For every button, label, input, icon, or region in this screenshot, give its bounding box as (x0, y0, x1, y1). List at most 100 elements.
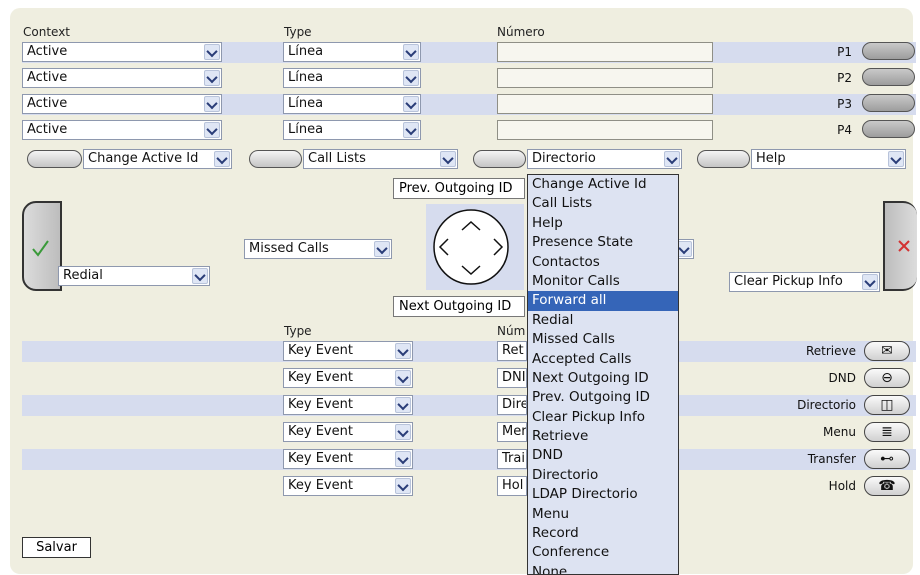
dropdown-option[interactable]: Presence State (528, 233, 678, 252)
key-number-3[interactable]: Dire (497, 395, 527, 415)
key-number-6[interactable]: Hol (497, 476, 527, 496)
header-numero: Número (497, 25, 545, 39)
nav-pad-icon[interactable] (426, 204, 524, 290)
dropdown-option[interactable]: Redial (528, 311, 678, 330)
call-button[interactable] (22, 201, 62, 291)
dropdown-option[interactable]: Directorio (528, 466, 678, 485)
transfer-icon[interactable]: ⊷ (864, 449, 910, 469)
dropdown-option[interactable]: Monitor Calls (528, 272, 678, 291)
key-number-5[interactable]: Trai (497, 449, 527, 469)
dropdown-option-highlighted[interactable]: Forward all (528, 291, 678, 311)
key-label-2: DND (828, 371, 856, 385)
book-icon[interactable]: ◫ (864, 395, 910, 415)
dropdown-option[interactable]: Menu (528, 505, 678, 524)
end-call-select[interactable]: Clear Pickup Info (729, 272, 880, 292)
chevron-down-icon (374, 241, 390, 257)
chevron-down-icon (204, 70, 220, 86)
context-select-2[interactable]: Active (22, 68, 222, 88)
dropdown-option[interactable]: Change Active Id (528, 175, 678, 194)
save-button[interactable]: Salvar (22, 537, 91, 558)
dnd-icon[interactable]: ⊖ (864, 368, 910, 388)
context-select-3[interactable]: Active (22, 94, 222, 114)
chevron-down-icon (395, 424, 411, 440)
chevron-down-icon (214, 151, 230, 167)
end-call-button[interactable] (883, 201, 917, 291)
softkey-button-1[interactable] (27, 150, 82, 168)
number-input-1[interactable] (497, 42, 713, 62)
chevron-down-icon (204, 96, 220, 112)
chevron-down-icon (192, 268, 208, 284)
nav-left-select[interactable]: Missed Calls (244, 239, 392, 259)
type-select-3[interactable]: Línea (283, 94, 421, 114)
dropdown-option[interactable]: Record (528, 524, 678, 543)
softkey-select-4[interactable]: Help (751, 149, 906, 169)
softkey-dropdown-list[interactable]: Change Active Id Call Lists Help Presenc… (527, 174, 679, 575)
context-select-4[interactable]: Active (22, 120, 222, 140)
key-label-3: Directorio (797, 398, 856, 412)
type-select-2[interactable]: Línea (283, 68, 421, 88)
chevron-down-icon (403, 96, 419, 112)
line-button-2[interactable] (862, 68, 915, 86)
chevron-down-icon (395, 451, 411, 467)
number-input-4[interactable] (497, 120, 713, 140)
key-type-select-3[interactable]: Key Event (283, 395, 413, 415)
chevron-down-icon (395, 397, 411, 413)
dropdown-option[interactable]: Call Lists (528, 194, 678, 213)
key-number-2[interactable]: DNI (497, 368, 527, 388)
number-input-3[interactable] (497, 94, 713, 114)
dropdown-option[interactable]: Conference (528, 543, 678, 562)
next-outgoing-select[interactable]: Next Outgoing ID (393, 296, 525, 317)
key-number-1[interactable]: Ret (497, 341, 527, 361)
dropdown-option[interactable]: None (528, 563, 678, 574)
envelope-icon[interactable]: ✉ (864, 341, 910, 361)
call-button-select[interactable]: Redial (58, 266, 210, 286)
key-type-select-5[interactable]: Key Event (283, 449, 413, 469)
chevron-down-icon (403, 122, 419, 138)
key-type-select-4[interactable]: Key Event (283, 422, 413, 442)
x-icon (898, 240, 910, 252)
header-type: Type (284, 25, 312, 39)
dropdown-option[interactable]: LDAP Directorio (528, 485, 678, 504)
key-label-4: Menu (823, 425, 856, 439)
type-select-4[interactable]: Línea (283, 120, 421, 140)
menu-icon[interactable]: ≣ (864, 422, 910, 442)
chevron-down-icon (440, 151, 456, 167)
key-type-select-2[interactable]: Key Event (283, 368, 413, 388)
dropdown-option[interactable]: Retrieve (528, 427, 678, 446)
key-type-select-6[interactable]: Key Event (283, 476, 413, 496)
softkey-button-2[interactable] (249, 150, 302, 168)
chevron-down-icon (664, 151, 680, 167)
type-select-1[interactable]: Línea (283, 42, 421, 62)
chevron-down-icon (862, 274, 878, 290)
dropdown-option[interactable]: DND (528, 446, 678, 465)
number-input-2[interactable] (497, 68, 713, 88)
key-label-6: Hold (828, 479, 856, 493)
key-label-1: Retrieve (805, 344, 856, 358)
softkey-select-1[interactable]: Change Active Id (83, 149, 232, 169)
dropdown-option[interactable]: Help (528, 214, 678, 233)
dropdown-option[interactable]: Clear Pickup Info (528, 408, 678, 427)
key-number-4[interactable]: Mer (497, 422, 527, 442)
header-context: Context (23, 25, 71, 39)
check-icon (32, 240, 49, 257)
softkey-select-3[interactable]: Directorio (527, 149, 682, 169)
dropdown-option[interactable]: Prev. Outgoing ID (528, 388, 678, 407)
dropdown-option[interactable]: Missed Calls (528, 330, 678, 349)
context-select-1[interactable]: Active (22, 42, 222, 62)
line-button-4[interactable] (862, 120, 915, 138)
hold-icon[interactable]: ☎ (864, 476, 910, 496)
softkey-button-3[interactable] (473, 150, 526, 168)
prev-outgoing-select[interactable]: Prev. Outgoing ID (393, 178, 525, 199)
line-button-3[interactable] (862, 94, 915, 112)
softkey-button-4[interactable] (697, 150, 750, 168)
header-type-bottom: Type (284, 324, 312, 338)
key-type-select-1[interactable]: Key Event (283, 341, 413, 361)
dropdown-option[interactable]: Contactos (528, 253, 678, 272)
chevron-down-icon (204, 122, 220, 138)
dropdown-option[interactable]: Accepted Calls (528, 350, 678, 369)
chevron-down-icon (204, 44, 220, 60)
line-label-1: P1 (837, 45, 852, 59)
softkey-select-2[interactable]: Call Lists (303, 149, 458, 169)
dropdown-option[interactable]: Next Outgoing ID (528, 369, 678, 388)
line-button-1[interactable] (862, 42, 915, 60)
